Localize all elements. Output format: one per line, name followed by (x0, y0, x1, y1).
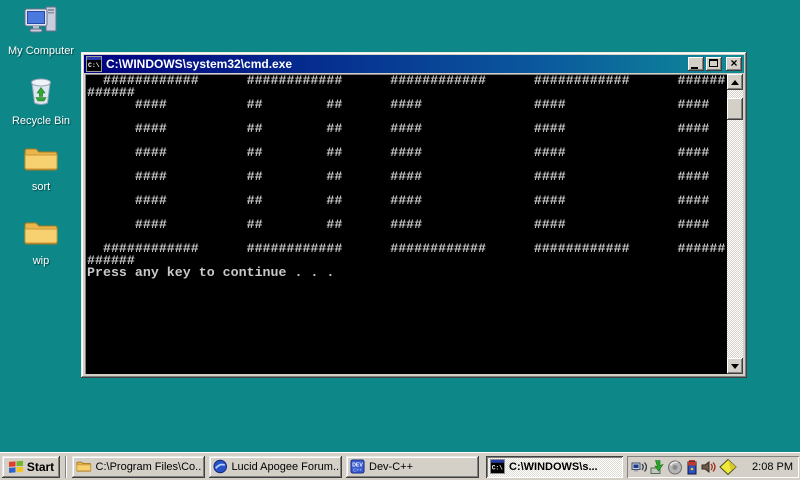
maximize-button[interactable] (706, 57, 722, 71)
cmd-icon: C:\ (86, 56, 102, 72)
start-label: Start (26, 459, 55, 474)
system-tray: 2:08 PM (627, 456, 799, 478)
window-title: C:\WINDOWS\system32\cmd.exe (106, 57, 293, 71)
start-button[interactable]: Start (2, 455, 60, 478)
desktop-icon-label: My Computer (7, 45, 75, 57)
svg-text:C++: C++ (353, 468, 362, 473)
windows-logo-icon (8, 460, 23, 473)
desktop-icon-wip[interactable]: wip (2, 218, 80, 267)
console-output: ############ ############ ############ #… (87, 74, 726, 280)
taskbar-button-lucid-apogee[interactable]: Lucid Apogee Forum... (209, 455, 342, 478)
taskbar-divider (65, 455, 67, 478)
taskbar-button-program-files[interactable]: C:\Program Files\Co... (72, 455, 205, 478)
gray-dial-icon[interactable] (667, 459, 683, 475)
scrollbar-thumb[interactable] (727, 98, 743, 120)
battery-icon[interactable] (685, 459, 699, 475)
taskbar-button-label: Lucid Apogee Forum... (231, 460, 338, 473)
cmd-icon: C:\ (490, 459, 505, 474)
desktop-icon-label: sort (31, 181, 51, 193)
svg-text:C:\: C:\ (88, 62, 100, 69)
volume-icon[interactable] (701, 459, 717, 475)
dev-cpp-icon: DEV C++ (350, 459, 365, 474)
taskbar-button-dev-cpp[interactable]: DEV C++ Dev-C++ (346, 455, 479, 478)
maximize-icon (709, 59, 718, 67)
taskbar-button-label: C:\Program Files\Co... (95, 460, 201, 473)
scrollbar[interactable] (727, 74, 743, 374)
taskbar-button-label: Dev-C++ (369, 460, 414, 473)
arrow-down-icon (731, 363, 739, 369)
desktop-icon-recycle-bin[interactable]: Recycle Bin (2, 72, 80, 127)
desktop-icon-sort[interactable]: sort (2, 144, 80, 193)
taskbar-button-cmd-active[interactable]: C:\ C:\WINDOWS\s... (486, 455, 623, 478)
close-icon: × (730, 56, 738, 70)
minimize-icon (691, 67, 698, 69)
my-computer-icon (24, 6, 57, 33)
yellow-note-icon[interactable] (719, 458, 737, 475)
desktop[interactable]: { "desktop": { "background_color": "#0d8… (0, 0, 800, 480)
folder-icon (76, 461, 92, 472)
cmd-window: C:\ C:\WINDOWS\system32\cmd.exe × ######… (81, 52, 747, 378)
safely-remove-hardware-icon[interactable] (649, 459, 665, 475)
desktop-icon-label: wip (32, 255, 50, 267)
scroll-up-button[interactable] (727, 74, 743, 90)
scroll-down-button[interactable] (727, 358, 743, 374)
recycle-bin-icon (31, 78, 51, 105)
clock[interactable]: 2:08 PM (752, 461, 793, 473)
desktop-icon-label: Recycle Bin (11, 115, 71, 127)
arrow-up-icon (731, 79, 739, 85)
globe-icon (213, 459, 227, 474)
folder-icon (24, 222, 58, 245)
taskbar: Start C:\Program Files\Co... Lucid Apoge… (0, 452, 800, 480)
console-output-area[interactable]: ############ ############ ############ #… (85, 74, 743, 374)
close-button[interactable]: × (726, 56, 742, 71)
desktop-icon-my-computer[interactable]: My Computer (2, 4, 80, 57)
taskbar-button-label: C:\WINDOWS\s... (509, 460, 598, 473)
minimize-button[interactable] (688, 57, 704, 71)
folder-icon (24, 148, 58, 171)
network-activity-icon[interactable] (631, 459, 647, 475)
titlebar[interactable]: C:\ C:\WINDOWS\system32\cmd.exe × (84, 55, 744, 73)
svg-text:C:\: C:\ (492, 464, 503, 471)
